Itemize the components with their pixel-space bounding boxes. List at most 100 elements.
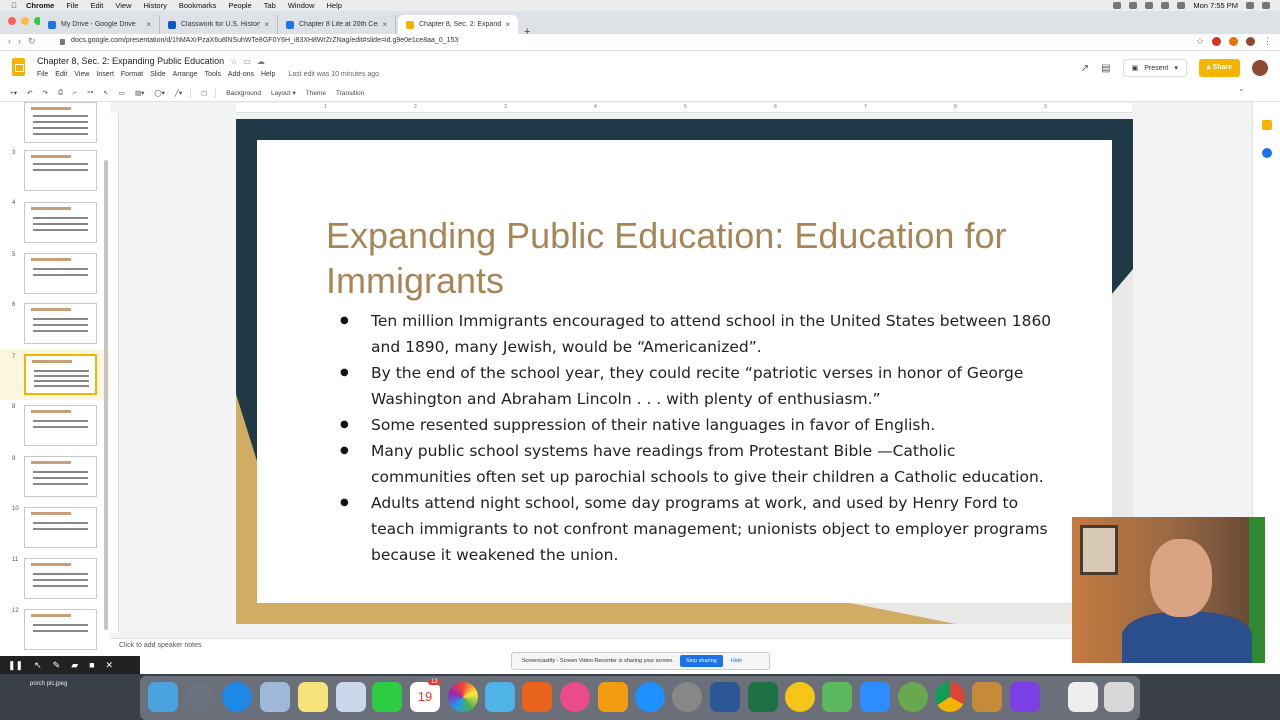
- keynote-icon[interactable]: [485, 682, 515, 712]
- photos-browser-icon[interactable]: [336, 682, 366, 712]
- system-preferences-icon[interactable]: [672, 682, 702, 712]
- text-box-icon[interactable]: ▭: [119, 89, 125, 97]
- menubar-clock[interactable]: Mon 7:55 PM: [1193, 1, 1238, 10]
- app-store-icon[interactable]: [635, 682, 665, 712]
- outlook-icon[interactable]: [785, 682, 815, 712]
- comments-icon[interactable]: ▤: [1101, 63, 1110, 74]
- share-button[interactable]: 🔒︎ Share: [1198, 59, 1240, 77]
- itunes-icon[interactable]: [560, 682, 590, 712]
- close-tab-icon[interactable]: ×: [505, 20, 510, 29]
- menu-file[interactable]: File: [66, 1, 78, 10]
- menu-app-name[interactable]: Chrome: [26, 1, 54, 10]
- zoom-icon[interactable]: [860, 682, 890, 712]
- close-tab-icon[interactable]: ×: [382, 20, 387, 29]
- pause-icon[interactable]: ❚❚: [8, 660, 23, 671]
- slide-thumbnail[interactable]: [24, 253, 97, 294]
- finder-icon[interactable]: [148, 682, 178, 712]
- slide-thumbnail[interactable]: [24, 102, 97, 143]
- layout-button[interactable]: Layout: [271, 90, 291, 97]
- menu-history[interactable]: History: [144, 1, 167, 10]
- stop-sharing-button[interactable]: Stop sharing: [679, 655, 723, 667]
- imovie-icon[interactable]: [1010, 682, 1040, 712]
- collapse-icon[interactable]: ⌃: [1239, 88, 1244, 96]
- star-icon[interactable]: ☆: [230, 57, 237, 66]
- doc-menu-file[interactable]: File: [37, 71, 48, 78]
- downloads-stack-icon[interactable]: [1068, 682, 1098, 712]
- slide-thumbnail[interactable]: [24, 558, 97, 599]
- screencast-icon[interactable]: [1129, 2, 1138, 9]
- apple-icon[interactable]: : [8, 1, 20, 10]
- slide-thumbnail[interactable]: [24, 150, 97, 191]
- background-button[interactable]: Background: [226, 90, 261, 97]
- slide-body[interactable]: Ten million Immigrants encouraged to att…: [340, 308, 1060, 568]
- chevron-down-icon[interactable]: ▾: [292, 89, 295, 97]
- menu-help[interactable]: Help: [327, 1, 342, 10]
- wifi-icon[interactable]: [1161, 2, 1170, 9]
- present-button[interactable]: ▣ Present ▾: [1122, 59, 1187, 77]
- current-slide[interactable]: Expanding Public Education: Education fo…: [236, 119, 1133, 624]
- slide-thumbnail[interactable]: [24, 609, 97, 650]
- lock-icon[interactable]: [60, 39, 65, 45]
- slide-thumbnail[interactable]: [24, 507, 97, 548]
- select-icon[interactable]: ↖: [103, 89, 108, 97]
- dropbox-icon[interactable]: [1113, 2, 1122, 9]
- print-icon[interactable]: ⎙: [58, 89, 63, 97]
- doc-title[interactable]: Chapter 8, Sec. 2: Expanding Public Educ…: [37, 56, 224, 66]
- safari-icon[interactable]: [222, 682, 252, 712]
- slide-thumbnail[interactable]: [24, 303, 97, 344]
- undo-icon[interactable]: ↶: [27, 89, 32, 97]
- redo-icon[interactable]: ↷: [43, 89, 48, 97]
- move-folder-icon[interactable]: ▭: [243, 57, 251, 66]
- photos-icon[interactable]: [448, 682, 478, 712]
- tasks-icon[interactable]: [1262, 148, 1272, 158]
- keep-icon[interactable]: [1262, 120, 1272, 130]
- image-icon[interactable]: ▨▾: [135, 89, 144, 97]
- url-field[interactable]: docs.google.com/presentation/d/1hMAXrPza…: [71, 37, 458, 44]
- tab-chapter-8-sec-2[interactable]: Chapter 8, Sec. 2: Expanding P ×: [398, 15, 518, 34]
- activity-trend-icon[interactable]: ↗: [1081, 63, 1089, 74]
- comment-icon[interactable]: ▢: [201, 89, 207, 97]
- notes-icon[interactable]: [298, 682, 328, 712]
- spotlight-icon[interactable]: [1246, 2, 1254, 9]
- doc-menu-view[interactable]: View: [74, 71, 89, 78]
- desktop-file-label[interactable]: porch pic.jpeg: [30, 681, 67, 687]
- transition-button[interactable]: Transition: [336, 90, 364, 97]
- filmstrip-scrollbar[interactable]: [104, 160, 108, 630]
- doc-menu-addons[interactable]: Add-ons: [228, 71, 254, 78]
- guitar-icon[interactable]: [972, 682, 1002, 712]
- account-avatar[interactable]: [1252, 60, 1268, 76]
- doc-menu-format[interactable]: Format: [121, 71, 143, 78]
- doc-menu-slide[interactable]: Slide: [150, 71, 166, 78]
- menu-window[interactable]: Window: [288, 1, 315, 10]
- minimize-window-icon[interactable]: [21, 17, 29, 25]
- menu-edit[interactable]: Edit: [90, 1, 103, 10]
- zoom-icon[interactable]: ⌕▾: [87, 89, 93, 97]
- lync-icon[interactable]: [822, 682, 852, 712]
- close-icon[interactable]: ✕: [106, 660, 114, 671]
- profile-avatar[interactable]: [1246, 37, 1255, 46]
- bookmark-star-icon[interactable]: ☆: [1196, 36, 1204, 47]
- doc-menu-help[interactable]: Help: [261, 71, 275, 78]
- slides-logo-icon[interactable]: [12, 58, 25, 76]
- extension-icon[interactable]: [1212, 37, 1221, 46]
- nav-buttons[interactable]: ‹›↻: [8, 36, 43, 47]
- menu-tab[interactable]: Tab: [264, 1, 276, 10]
- pen-icon[interactable]: ✎: [53, 660, 61, 671]
- calendar-icon[interactable]: 19: [410, 682, 440, 712]
- close-tab-icon[interactable]: ×: [264, 20, 269, 29]
- tab-my-drive[interactable]: My Drive - Google Drive ×: [40, 15, 160, 34]
- slide-thumbnail[interactable]: [24, 405, 97, 446]
- extension-icon[interactable]: [1229, 37, 1238, 46]
- tab-classwork[interactable]: Classwork for U.S. History ×: [160, 15, 278, 34]
- line-icon[interactable]: ╱▾: [175, 89, 182, 97]
- doc-menu-arrange[interactable]: Arrange: [173, 71, 198, 78]
- globe-icon[interactable]: [898, 682, 928, 712]
- menu-view[interactable]: View: [115, 1, 131, 10]
- doc-menu-insert[interactable]: Insert: [96, 71, 114, 78]
- chrome-menu-icon[interactable]: ⋮: [1263, 36, 1272, 47]
- last-edit-link[interactable]: Last edit was 10 minutes ago: [288, 71, 379, 78]
- theme-button[interactable]: Theme: [306, 90, 326, 97]
- trash-icon[interactable]: [1104, 682, 1134, 712]
- menu-bookmarks[interactable]: Bookmarks: [179, 1, 217, 10]
- highlighter-icon[interactable]: ▰: [71, 660, 78, 671]
